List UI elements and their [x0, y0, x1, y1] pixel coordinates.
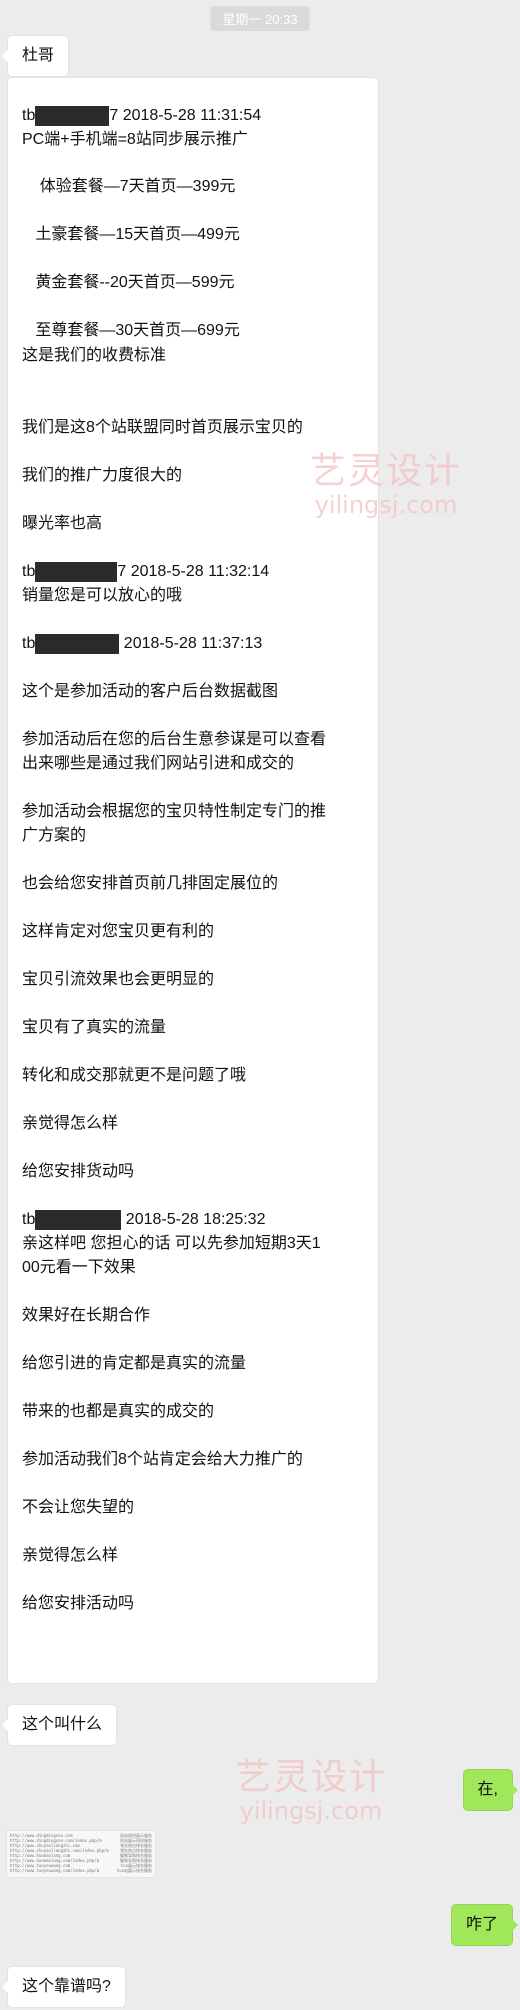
message-line: 这个是参加活动的客户后台数据截图 [22, 683, 279, 700]
message-text: 杜哥 [22, 47, 55, 64]
thumbnail-url: http://www.tuoyouwang.com/index.php/m [10, 1868, 100, 1873]
message-line: 亲觉得怎么样 [22, 1115, 119, 1132]
message-line: 体验套餐—7天首页—399元 [22, 178, 236, 195]
message-line: 宝贝有了真实的流量 [22, 1019, 167, 1036]
message-line: 亲觉得怎么样 [22, 1547, 119, 1564]
timestamp-label: 星期一 20:33 [210, 6, 310, 31]
sender-timestamp-line: tb 7 2018-5-28 11:32:14 [22, 560, 368, 584]
sender-prefix: tb [22, 107, 36, 124]
message-line: 我们的推广力度很大的 [22, 467, 183, 484]
sender-suffix-time: 7 2018-5-28 11:32:14 [117, 563, 270, 580]
message-text: 在, [477, 1781, 498, 1798]
message-text: 这个叫什么 [22, 1716, 103, 1733]
message-line: 给您安排活动吗 [22, 1595, 135, 1612]
message-line: 曝光率也高 [22, 515, 103, 532]
message-line: 参加活动后在您的后台生意参谋是可以查看 [22, 731, 327, 748]
message-bubble[interactable]: 杜哥 [1, 36, 69, 76]
sender-timestamp-line: tb 2018-5-28 18:25:32 [22, 1208, 368, 1232]
sender-prefix: tb [22, 635, 36, 652]
message-line: 至尊套餐—30天首页—699元 [22, 322, 240, 339]
redacted-name [35, 633, 120, 654]
sender-timestamp-line: tb 2018-5-28 11:37:13 [22, 632, 368, 656]
message-text: 咋了 [465, 1916, 498, 1933]
message-bubble-self[interactable]: 咋了 [451, 1905, 519, 1945]
sender-prefix: tb [22, 1211, 36, 1228]
message-line: 不会让您失望的 [22, 1499, 135, 1516]
message-line: 我们是这8个站联盟同时首页展示宝贝的 [22, 419, 303, 436]
message-line: 带来的也都是真实的成交的 [22, 1403, 215, 1420]
sender-timestamp-line: tb 7 2018-5-28 11:31:54 [22, 104, 368, 128]
message-line: 这样肯定对您宝贝更有利的 [22, 923, 215, 940]
message-line: 黄金套餐--20天首页—599元 [22, 274, 235, 291]
screenshot-image[interactable]: http://www.dingdingsoo.com 同站同时展示服务 http:/… [6, 1830, 156, 1878]
message-line: 宝贝引流效果也会更明显的 [22, 971, 215, 988]
message-line: 00元看一下效果 [22, 1259, 136, 1276]
message-bubble[interactable]: 这个靠谱吗? [2, 1967, 125, 2007]
thumbnail-note: tuo站展示排名服务 [116, 1868, 152, 1873]
sender-prefix: tb [22, 563, 36, 580]
message-line: 亲这样吧 您担心的话 可以先参加短期3天1 [22, 1235, 321, 1252]
watermark: 艺灵设计 yilingsj.com [235, 1757, 388, 1825]
message-line: 转化和成交那就更不是问题了哦 [22, 1067, 247, 1084]
message-line: 给您引进的肯定都是真实的流量 [22, 1355, 247, 1372]
message-line: 参加活动会根据您的宝贝特性制定专门的推 [22, 803, 327, 820]
message-text: 这个靠谱吗? [22, 1978, 111, 1995]
message-line: 效果好在长期合作 [22, 1307, 151, 1324]
sender-suffix-time: 2018-5-28 18:25:32 [121, 1211, 266, 1228]
message-line: 参加活动我们8个站肯定会给大力推广的 [22, 1451, 303, 1468]
message-line: PC端+手机端=8站同步展示推广 [22, 131, 248, 148]
redacted-name [35, 1209, 122, 1230]
message-line: 也会给您安排首页前几排固定展位的 [22, 875, 279, 892]
message-line: 土豪套餐—15天首页—499元 [22, 226, 240, 243]
redacted-name [35, 105, 110, 126]
message-line: 这是我们的收费标准 [22, 347, 167, 364]
message-line: 广方案的 [22, 827, 87, 844]
redacted-name [35, 561, 118, 582]
sender-suffix-time: 2018-5-28 11:37:13 [119, 635, 263, 652]
message-line: 给您安排货动吗 [22, 1163, 135, 1180]
message-line: 销量您是可以放心的哦 [22, 587, 183, 604]
message-bubble[interactable]: 这个叫什么 [1, 1705, 117, 1745]
message-line: 出来哪些是通过我们网站引进和成交的 [22, 755, 295, 772]
sender-suffix-time: 7 2018-5-28 11:31:54 [109, 107, 262, 124]
thumbnail-row: http://www.tuoyouwang.com/index.php/m tuo… [10, 1868, 152, 1873]
message-bubble-self[interactable]: 在, [463, 1770, 519, 1810]
long-message-bubble[interactable]: tb 7 2018-5-28 11:31:54 PC端+手机端=8站同步展示推广 体… [8, 78, 378, 1683]
